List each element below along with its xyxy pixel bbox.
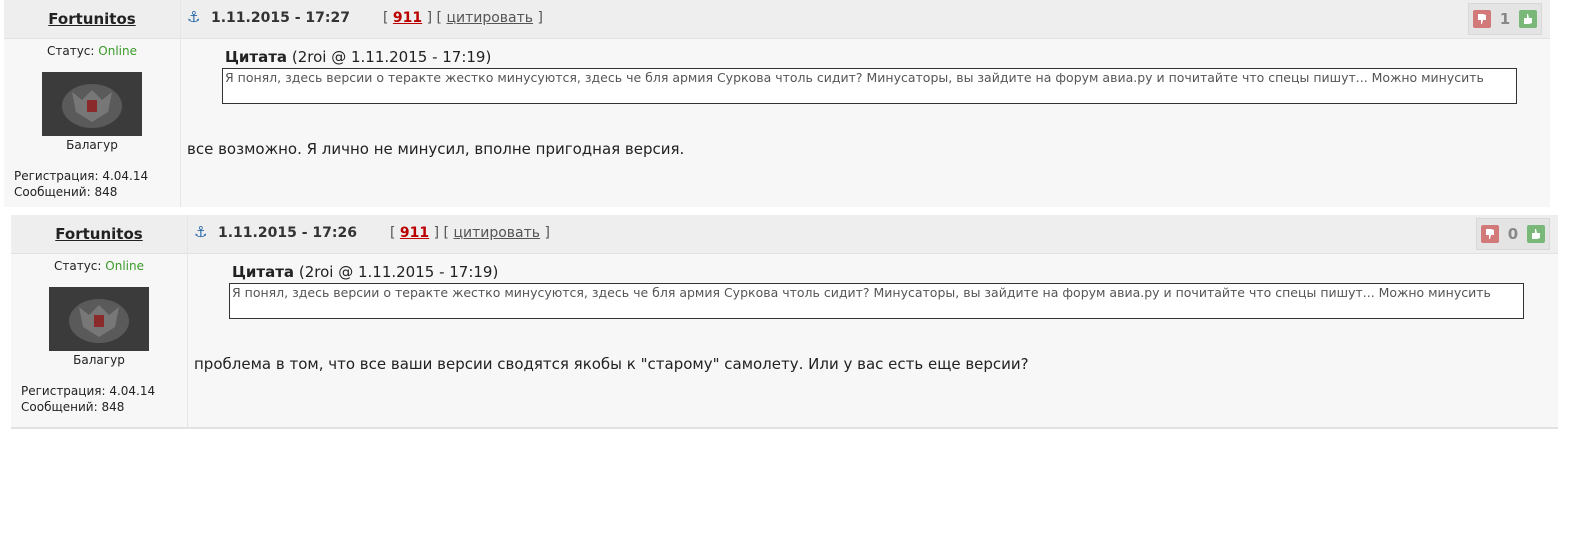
- post-content: ⚓ 1.11.2015 - 17:26 [ 911 ] [ цитировать…: [188, 215, 1558, 427]
- quote-meta: (2roi @ 1.11.2015 - 17:19): [298, 263, 499, 281]
- avatar: [42, 72, 142, 136]
- registration-date: Регистрация: 4.04.14: [14, 169, 149, 183]
- bracket-close: ]: [544, 225, 550, 241]
- forum-post: Fortunitos Статус: Online Балагур Регист…: [11, 215, 1558, 429]
- message-count: Сообщений: 848: [21, 400, 125, 414]
- author-username-link[interactable]: Fortunitos: [11, 225, 187, 243]
- bracket-close: ]: [537, 10, 543, 26]
- quote-label: Цитата: [225, 48, 288, 66]
- upvote-button[interactable]: [1519, 10, 1537, 28]
- post-number-link[interactable]: 911: [393, 10, 422, 26]
- quote-label: Цитата: [232, 263, 295, 281]
- post-links: [ 911 ] [ цитировать ]: [390, 225, 550, 241]
- post-header: ⚓ 1.11.2015 - 17:26 [ 911 ] [ цитировать…: [188, 215, 1558, 254]
- message-count: Сообщений: 848: [14, 185, 118, 199]
- upvote-button[interactable]: [1527, 225, 1545, 243]
- post-datetime: 1.11.2015 - 17:27: [211, 10, 350, 26]
- bracket-open: [: [383, 10, 389, 26]
- quote-link[interactable]: цитировать: [446, 10, 533, 26]
- author-name-bar: Fortunitos: [4, 0, 180, 39]
- post-datetime: 1.11.2015 - 17:26: [218, 225, 357, 241]
- status-label: Статус:: [53, 259, 102, 273]
- bracket-open: [: [390, 225, 396, 241]
- author-status: Статус: Online: [11, 259, 187, 273]
- author-panel: Fortunitos Статус: Online Балагур Регист…: [11, 215, 188, 427]
- quote-box: Я понял, здесь версии о теракте жестко м…: [222, 68, 1517, 104]
- author-rank: Балагур: [66, 138, 118, 152]
- quote-link[interactable]: цитировать: [453, 225, 540, 241]
- author-stats: Регистрация: 4.04.14 Сообщений: 848: [14, 168, 148, 200]
- post-number-link[interactable]: 911: [400, 225, 429, 241]
- bracket-mid: ] [: [433, 225, 449, 241]
- post-links: [ 911 ] [ цитировать ]: [383, 10, 543, 26]
- anchor-icon[interactable]: ⚓: [187, 8, 200, 26]
- post-text: все возможно. Я лично не минусил, вполне…: [187, 140, 685, 158]
- vote-widget: 1: [1468, 3, 1542, 35]
- anchor-icon[interactable]: ⚓: [194, 223, 207, 241]
- thumbs-up-icon: [1524, 14, 1532, 24]
- vote-score: 0: [1507, 225, 1519, 243]
- status-online: Online: [105, 259, 144, 273]
- author-panel: Fortunitos Статус: Online Балагур Регист…: [4, 0, 181, 207]
- thumbs-up-icon: [1532, 229, 1540, 239]
- quote-heading: Цитата (2roi @ 1.11.2015 - 17:19): [225, 48, 491, 66]
- post-content: ⚓ 1.11.2015 - 17:27 [ 911 ] [ цитировать…: [181, 0, 1550, 207]
- post-header: ⚓ 1.11.2015 - 17:27 [ 911 ] [ цитировать…: [181, 0, 1550, 39]
- status-online: Online: [98, 44, 137, 58]
- author-name-bar: Fortunitos: [11, 215, 187, 254]
- post-text: проблема в том, что все ваши версии свод…: [194, 355, 1029, 373]
- quote-meta: (2roi @ 1.11.2015 - 17:19): [291, 48, 492, 66]
- forum-post: Fortunitos Статус: Online Балагур Регист…: [4, 0, 1550, 207]
- thumbs-down-icon: [1486, 229, 1494, 239]
- downvote-button[interactable]: [1473, 10, 1491, 28]
- thumbs-down-icon: [1478, 14, 1486, 24]
- author-username-link[interactable]: Fortunitos: [4, 10, 180, 28]
- status-label: Статус:: [46, 44, 95, 58]
- quote-heading: Цитата (2roi @ 1.11.2015 - 17:19): [232, 263, 498, 281]
- vote-score: 1: [1499, 10, 1511, 28]
- downvote-button[interactable]: [1481, 225, 1499, 243]
- author-rank: Балагур: [73, 353, 125, 367]
- quote-box: Я понял, здесь версии о теракте жестко м…: [229, 283, 1524, 319]
- registration-date: Регистрация: 4.04.14: [21, 384, 156, 398]
- author-status: Статус: Online: [4, 44, 180, 58]
- avatar: [49, 287, 149, 351]
- vote-widget: 0: [1476, 218, 1550, 250]
- bracket-mid: ] [: [426, 10, 442, 26]
- author-stats: Регистрация: 4.04.14 Сообщений: 848: [21, 383, 155, 415]
